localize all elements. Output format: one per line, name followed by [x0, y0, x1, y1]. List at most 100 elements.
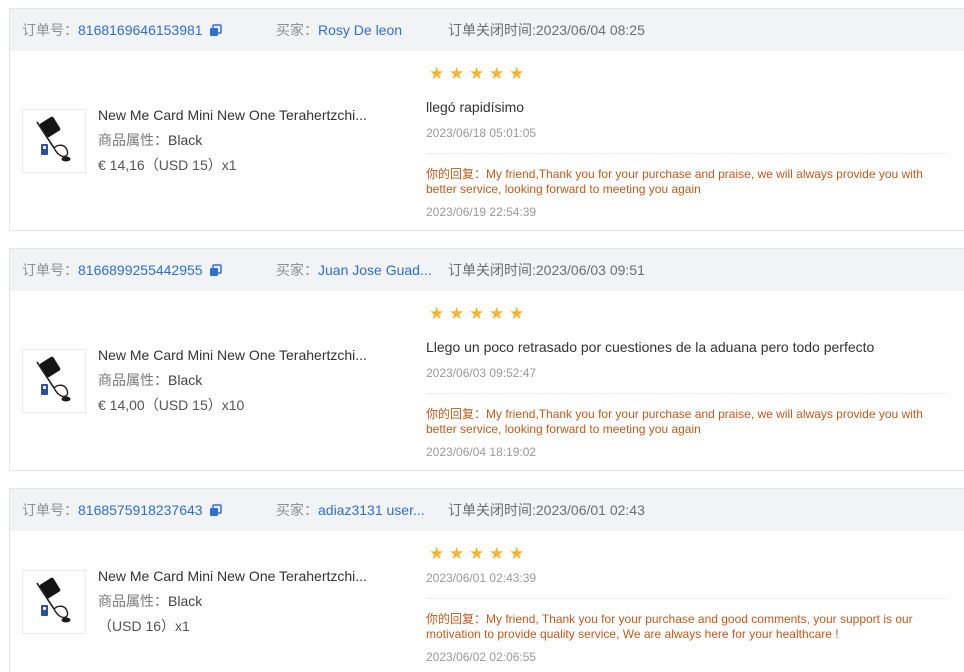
close-time-group: 订单关闭时间:2023/06/01 02:43 [448, 489, 645, 531]
order-header: 订单号：8166899255442955 买家：Juan Jose Guad..… [10, 249, 964, 291]
order-number-group: 订单号：8166899255442955 [22, 249, 222, 291]
reply-date: 2023/06/02 02:06:55 [426, 650, 537, 664]
close-time-value: 2023/06/01 02:43 [535, 502, 645, 518]
product-image [36, 356, 71, 401]
buyer-label: 买家： [276, 262, 318, 278]
product-attribute: 商品属性：Black [98, 368, 398, 393]
close-time-group: 订单关闭时间:2023/06/03 09:51 [448, 249, 645, 291]
star-icon: ★ [429, 544, 445, 564]
star-icon: ★ [449, 544, 465, 564]
order-card: 订单号：8166899255442955 买家：Juan Jose Guad..… [9, 248, 964, 471]
attribute-value: Black [168, 593, 203, 609]
product-title[interactable]: New Me Card Mini New One Terahertzchi... [98, 343, 398, 368]
review-date: 2023/06/01 02:43:39 [426, 571, 537, 585]
product-title[interactable]: New Me Card Mini New One Terahertzchi... [98, 564, 398, 589]
buyer-group: 买家：Juan Jose Guad... [276, 249, 432, 291]
product-thumbnail[interactable] [22, 348, 86, 413]
order-card: 订单号：8168575918237643 买家：adiaz3131 user..… [9, 488, 964, 672]
buyer-group: 买家：adiaz3131 user... [276, 489, 425, 531]
order-number-link[interactable]: 8168575918237643 [78, 502, 203, 518]
reply-label: 你的回复： [426, 167, 487, 181]
copy-icon[interactable] [209, 24, 222, 37]
attribute-label: 商品属性： [98, 372, 168, 388]
product-title[interactable]: New Me Card Mini New One Terahertzchi... [98, 103, 398, 128]
reply-label: 你的回复： [426, 612, 487, 626]
order-number-group: 订单号：8168575918237643 [22, 489, 222, 531]
attribute-label: 商品属性： [98, 132, 168, 148]
star-icon: ★ [509, 544, 525, 564]
close-time-label: 订单关闭时间: [448, 502, 536, 518]
order-body: New Me Card Mini New One Terahertzchi...… [10, 531, 964, 672]
order-number-label: 订单号： [22, 22, 78, 38]
copy-icon[interactable] [209, 264, 222, 277]
reply-text: My friend,Thank you for your purchase an… [426, 407, 923, 436]
divider [426, 393, 948, 394]
buyer-name-link[interactable]: adiaz3131 user... [318, 489, 425, 531]
reply-label: 你的回复： [426, 407, 487, 421]
review-text: llegó rapidísimo [426, 99, 525, 115]
star-icon: ★ [469, 304, 485, 324]
product-details: New Me Card Mini New One Terahertzchi...… [98, 564, 398, 639]
close-time-group: 订单关闭时间:2023/06/04 08:25 [448, 9, 645, 51]
buyer-name-link[interactable]: Juan Jose Guad... [318, 249, 432, 291]
attribute-value: Black [168, 132, 203, 148]
review-section: ★ ★ ★ ★ ★ 2023/06/01 02:43:39 你的回复：My friend… [426, 531, 948, 672]
star-rating: ★ ★ ★ ★ ★ [426, 64, 948, 84]
star-icon: ★ [469, 64, 485, 84]
star-rating: ★ ★ ★ ★ ★ [426, 304, 948, 324]
copy-icon[interactable] [209, 504, 222, 517]
product-details: New Me Card Mini New One Terahertzchi...… [98, 343, 398, 418]
product-details: New Me Card Mini New One Terahertzchi...… [98, 103, 398, 178]
seller-reply: 你的回复：My friend, Thank you for your purch… [426, 612, 948, 642]
divider [426, 153, 948, 154]
buyer-name-link[interactable]: Rosy De leon [318, 9, 402, 51]
reply-text: My friend, Thank you for your purchase a… [426, 612, 913, 641]
product-thumbnail[interactable] [22, 108, 86, 173]
order-number-group: 订单号：8168169646153981 [22, 9, 222, 51]
order-number-link[interactable]: 8168169646153981 [78, 22, 203, 38]
buyer-label: 买家： [276, 22, 318, 38]
star-rating: ★ ★ ★ ★ ★ [426, 544, 948, 564]
order-header: 订单号：8168169646153981 买家：Rosy De leon 订单关… [10, 9, 964, 51]
attribute-value: Black [168, 372, 203, 388]
close-time-label: 订单关闭时间: [448, 22, 536, 38]
reply-text: My friend,Thank you for your purchase an… [426, 167, 923, 196]
star-icon: ★ [509, 64, 525, 84]
review-section: ★ ★ ★ ★ ★ llegó rapidísimo 2023/06/18 05:01:… [426, 51, 948, 230]
star-icon: ★ [469, 544, 485, 564]
product-image [36, 577, 71, 622]
star-icon: ★ [429, 64, 445, 84]
order-card: 订单号：8168169646153981 买家：Rosy De leon 订单关… [9, 8, 964, 231]
product-info: New Me Card Mini New One Terahertzchi...… [10, 531, 426, 672]
product-attribute: 商品属性：Black [98, 128, 398, 153]
star-icon: ★ [489, 64, 505, 84]
product-image [36, 116, 71, 161]
star-icon: ★ [449, 64, 465, 84]
divider [426, 598, 948, 599]
close-time-label: 订单关闭时间: [448, 262, 536, 278]
reply-date: 2023/06/19 22:54:39 [426, 205, 537, 219]
star-icon: ★ [489, 304, 505, 324]
star-icon: ★ [449, 304, 465, 324]
order-number-label: 订单号： [22, 262, 78, 278]
review-date: 2023/06/03 09:52:47 [426, 366, 537, 380]
product-info: New Me Card Mini New One Terahertzchi...… [10, 291, 426, 470]
close-time-value: 2023/06/03 09:51 [535, 262, 645, 278]
attribute-label: 商品属性： [98, 593, 168, 609]
product-price: € 14,00（USD 15）x10 [98, 397, 245, 413]
star-icon: ★ [489, 544, 505, 564]
product-info: New Me Card Mini New One Terahertzchi...… [10, 51, 426, 230]
order-number-link[interactable]: 8166899255442955 [78, 262, 203, 278]
close-time-value: 2023/06/04 08:25 [535, 22, 645, 38]
review-text: Llego un poco retrasado por cuestiones d… [426, 339, 875, 355]
order-header: 订单号：8168575918237643 买家：adiaz3131 user..… [10, 489, 964, 531]
seller-reply: 你的回复：My friend,Thank you for your purcha… [426, 167, 948, 197]
product-price: € 14,16（USD 15）x1 [98, 157, 237, 173]
star-icon: ★ [429, 304, 445, 324]
seller-reply: 你的回复：My friend,Thank you for your purcha… [426, 407, 948, 437]
order-number-label: 订单号： [22, 502, 78, 518]
reply-date: 2023/06/04 18:19:02 [426, 445, 537, 459]
product-thumbnail[interactable] [22, 569, 86, 634]
review-section: ★ ★ ★ ★ ★ Llego un poco retrasado por cuesti… [426, 291, 948, 470]
order-body: New Me Card Mini New One Terahertzchi...… [10, 51, 964, 230]
